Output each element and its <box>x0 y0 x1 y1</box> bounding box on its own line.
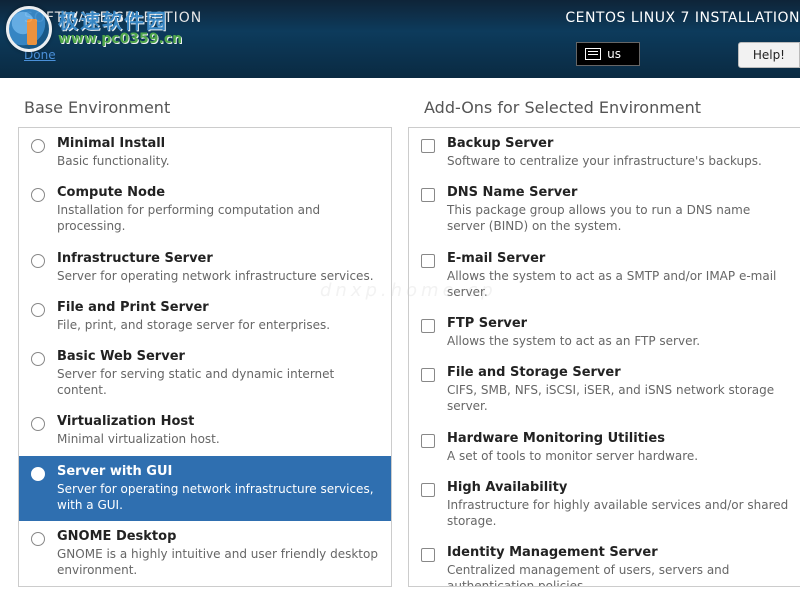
base-env-option[interactable]: Basic Web Server Server for serving stati… <box>19 341 391 406</box>
radio-icon <box>31 139 45 153</box>
option-desc: Basic functionality. <box>57 153 381 169</box>
help-button[interactable]: Help! <box>738 42 800 68</box>
base-env-option[interactable]: File and Print Server File, print, and st… <box>19 292 391 341</box>
base-env-option[interactable]: GNOME Desktop GNOME is a highly intuitive… <box>19 521 391 586</box>
checkbox-icon <box>421 548 435 562</box>
option-desc: Server for operating network infrastruct… <box>57 481 381 513</box>
option-desc: Minimal virtualization host. <box>57 431 381 447</box>
option-name: Virtualization Host <box>57 414 381 429</box>
checkbox-icon <box>421 434 435 448</box>
option-desc: Installation for performing computation … <box>57 202 381 234</box>
product-title: CENTOS LINUX 7 INSTALLATION <box>565 10 800 26</box>
checkbox-icon <box>421 188 435 202</box>
radio-icon <box>31 352 45 366</box>
option-name: Identity Management Server <box>447 545 790 560</box>
option-desc: Centralized management of users, servers… <box>447 562 790 587</box>
addons-heading: Add-Ons for Selected Environment <box>400 98 800 127</box>
base-env-option[interactable]: Minimal Install Basic functionality. <box>19 128 391 177</box>
option-desc: A set of tools to monitor server hardwar… <box>447 448 790 464</box>
checkbox-icon <box>421 319 435 333</box>
addon-option[interactable]: Hardware Monitoring Utilities A set of to… <box>409 423 800 472</box>
option-desc: Allows the system to act as an FTP serve… <box>447 333 790 349</box>
addon-option[interactable]: E-mail Server Allows the system to act as… <box>409 243 800 308</box>
addon-option[interactable]: High Availability Infrastructure for high… <box>409 472 800 537</box>
option-name: Server with GUI <box>57 464 381 479</box>
base-env-option[interactable]: Virtualization Host Minimal virtualizatio… <box>19 406 391 455</box>
checkbox-icon <box>421 254 435 268</box>
option-name: Infrastructure Server <box>57 251 381 266</box>
radio-icon <box>31 254 45 268</box>
radio-icon <box>31 467 45 481</box>
radio-icon <box>31 532 45 546</box>
keyboard-layout-label: us <box>607 47 621 61</box>
radio-icon <box>31 417 45 431</box>
option-name: High Availability <box>447 480 790 495</box>
radio-icon <box>31 188 45 202</box>
base-env-option[interactable]: Compute Node Installation for performing … <box>19 177 391 242</box>
option-name: Hardware Monitoring Utilities <box>447 431 790 446</box>
option-desc: GNOME is a highly intuitive and user fri… <box>57 546 381 578</box>
keyboard-layout-button[interactable]: us <box>576 42 640 66</box>
checkbox-icon <box>421 139 435 153</box>
base-env-option[interactable]: KDE Plasma WorkspacesThe KDE Plasma Work… <box>19 586 391 587</box>
addon-option[interactable]: Identity Management Server Centralized ma… <box>409 537 800 587</box>
addons-list[interactable]: Backup Server Software to centralize your… <box>408 127 800 587</box>
option-name: Backup Server <box>447 136 790 151</box>
option-name: Minimal Install <box>57 136 381 151</box>
option-name: E-mail Server <box>447 251 790 266</box>
option-name: Basic Web Server <box>57 349 381 364</box>
option-name: File and Storage Server <box>447 365 790 380</box>
addon-option[interactable]: Backup Server Software to centralize your… <box>409 128 800 177</box>
option-desc: Software to centralize your infrastructu… <box>447 153 790 169</box>
addon-option[interactable]: FTP Server Allows the system to act as an… <box>409 308 800 357</box>
header-bar: SOFTWARE SELECTION Done CENTOS LINUX 7 I… <box>0 0 800 78</box>
radio-icon <box>31 303 45 317</box>
option-desc: File, print, and storage server for ente… <box>57 317 381 333</box>
addon-option[interactable]: File and Storage Server CIFS, SMB, NFS, i… <box>409 357 800 422</box>
option-name: DNS Name Server <box>447 185 790 200</box>
checkbox-icon <box>421 368 435 382</box>
option-desc: This package group allows you to run a D… <box>447 202 790 234</box>
option-name: FTP Server <box>447 316 790 331</box>
base-env-list[interactable]: Minimal Install Basic functionality. Compu… <box>18 127 392 587</box>
option-name: Compute Node <box>57 185 381 200</box>
base-env-option[interactable]: Server with GUI Server for operating netw… <box>19 456 391 521</box>
option-desc: Server for operating network infrastruct… <box>57 268 381 284</box>
option-name: GNOME Desktop <box>57 529 381 544</box>
base-env-heading: Base Environment <box>0 98 400 127</box>
option-name: File and Print Server <box>57 300 381 315</box>
base-env-option[interactable]: Infrastructure Server Server for operatin… <box>19 243 391 292</box>
option-desc: Allows the system to act as a SMTP and/o… <box>447 268 790 300</box>
addon-option[interactable]: DNS Name Server This package group allows… <box>409 177 800 242</box>
option-desc: Infrastructure for highly available serv… <box>447 497 790 529</box>
keyboard-icon <box>585 48 601 60</box>
option-desc: Server for serving static and dynamic in… <box>57 366 381 398</box>
done-button[interactable]: Done <box>24 48 56 62</box>
option-desc: CIFS, SMB, NFS, iSCSI, iSER, and iSNS ne… <box>447 382 790 414</box>
checkbox-icon <box>421 483 435 497</box>
